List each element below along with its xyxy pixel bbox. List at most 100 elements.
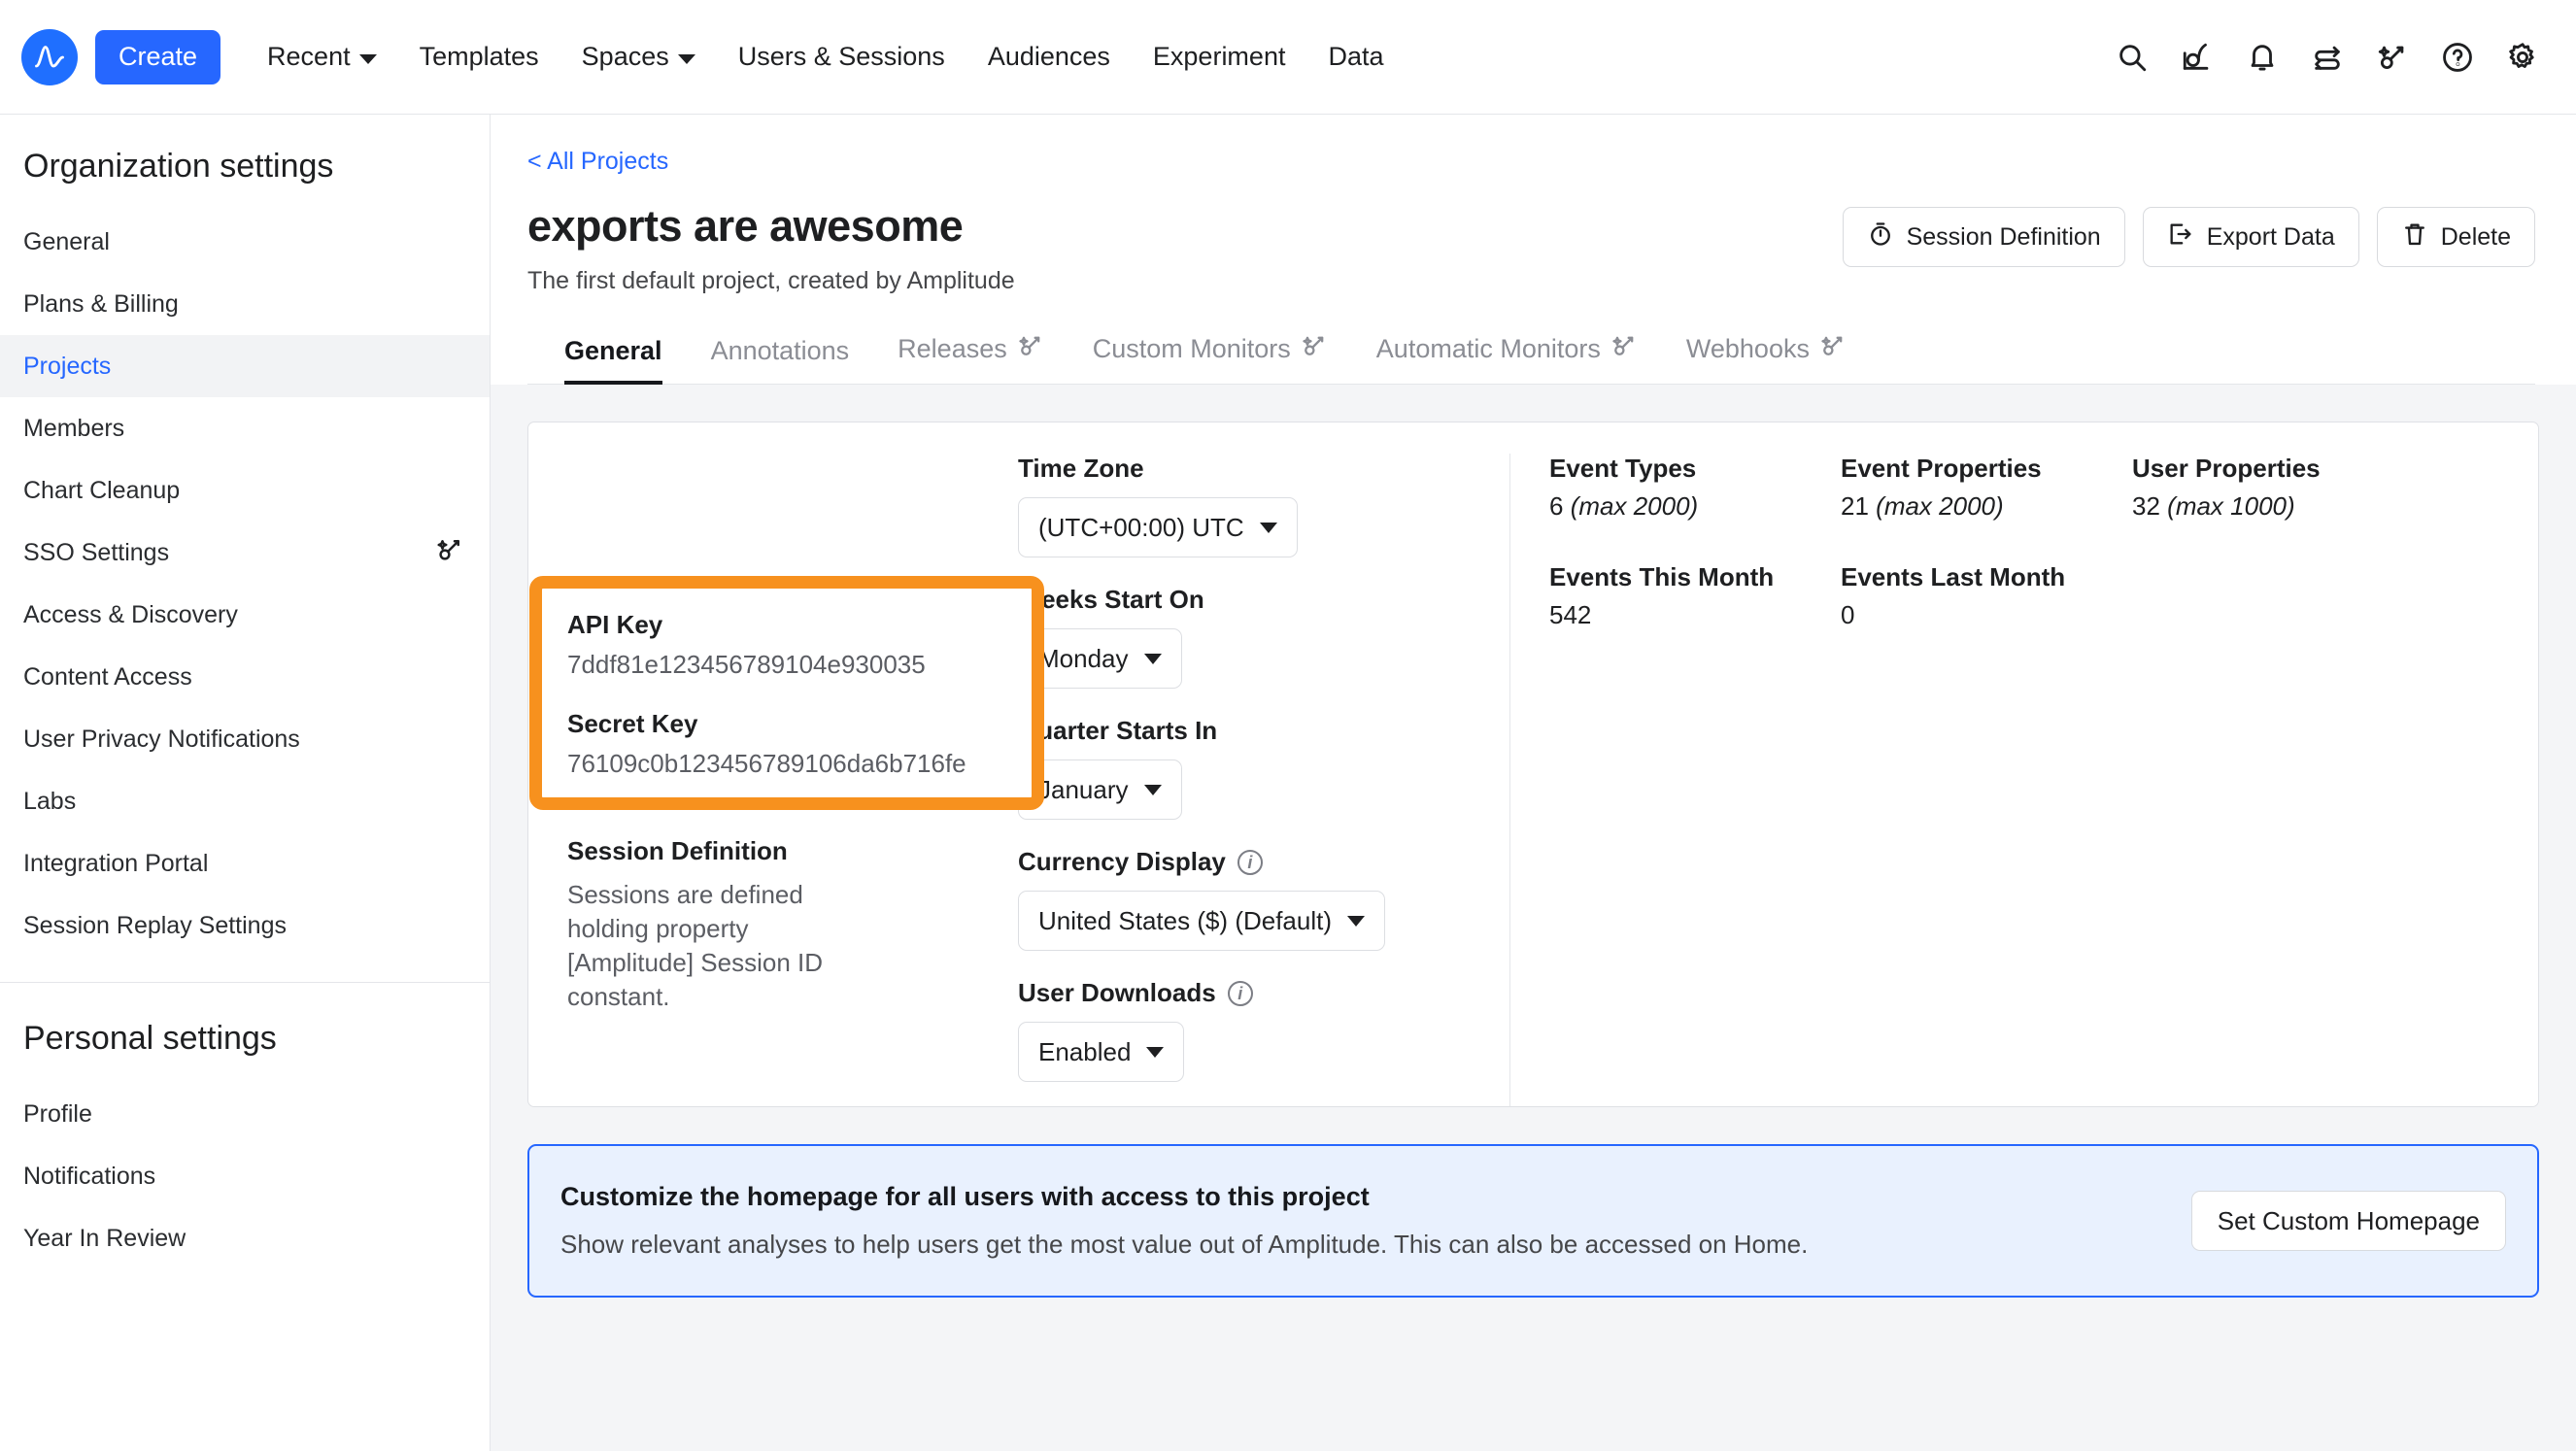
sidebar-item-profile[interactable]: Profile <box>0 1083 490 1145</box>
top-navigation-bar: Create Recent Templates Spaces Users & S… <box>0 0 2576 115</box>
field-user-downloads: User Downloads i Enabled <box>1018 978 1490 1082</box>
field-quarter-starts-in: Quarter Starts In January <box>1018 716 1490 820</box>
notification-bell-icon[interactable] <box>2236 31 2288 84</box>
field-label: Quarter Starts In <box>1018 716 1218 745</box>
stat-label: User Properties <box>2132 454 2321 483</box>
tab-label: General <box>564 336 662 365</box>
tab-webhooks[interactable]: Webhooks <box>1662 332 1871 384</box>
stat-label: Event Types <box>1549 454 1697 483</box>
stat-events-last-month: Events Last Month 0 <box>1841 562 2132 630</box>
stats-row-1: Event Types 6 (max 2000) Event Propertie… <box>1549 454 2499 522</box>
banner-text-group: Customize the homepage for all users wit… <box>560 1182 1808 1260</box>
card-column-stats: Event Types 6 (max 2000) Event Propertie… <box>1509 454 2538 1106</box>
swap-arrows-icon[interactable] <box>2301 31 2354 84</box>
sidebar-item-plans-billing[interactable]: Plans & Billing <box>0 273 490 335</box>
sidebar-item-integration-portal[interactable]: Integration Portal <box>0 832 490 894</box>
chevron-down-icon <box>677 53 695 64</box>
export-data-button[interactable]: Export Data <box>2142 207 2359 267</box>
sidebar-item-label: SSO Settings <box>23 538 170 566</box>
field-currency-display: Currency Display i United States ($) (De… <box>1018 847 1490 951</box>
banner-title: Customize the homepage for all users wit… <box>560 1182 1370 1211</box>
sidebar-item-year-in-review[interactable]: Year In Review <box>0 1207 490 1269</box>
select-value: Enabled <box>1038 1036 1132 1066</box>
tab-releases[interactable]: Releases <box>873 332 1068 384</box>
sidebar-item-access-discovery[interactable]: Access & Discovery <box>0 584 490 646</box>
help-circle-icon[interactable] <box>2431 31 2484 84</box>
search-icon[interactable] <box>2106 31 2158 84</box>
sidebar-item-sso-settings[interactable]: SSO Settings <box>0 522 490 584</box>
page-subtitle: The first default project, created by Am… <box>527 267 1015 294</box>
magic-key-icon[interactable] <box>2366 31 2419 84</box>
stat-number: 6 <box>1549 491 1564 521</box>
field-time-zone: Time Zone (UTC+00:00) UTC <box>1018 454 1490 557</box>
user-downloads-select[interactable]: Enabled <box>1018 1022 1185 1082</box>
nav-item-audiences[interactable]: Audiences <box>966 28 1132 86</box>
breadcrumb-all-projects[interactable]: < All Projects <box>527 148 668 176</box>
sidebar-item-members[interactable]: Members <box>0 397 490 459</box>
nav-item-templates[interactable]: Templates <box>398 28 560 86</box>
info-icon[interactable]: i <box>1237 849 1263 875</box>
tab-label: Webhooks <box>1685 334 1810 363</box>
tab-custom-monitors[interactable]: Custom Monitors <box>1068 332 1352 384</box>
stat-max: (max 2000) <box>1876 491 2004 521</box>
sidebar-item-session-replay-settings[interactable]: Session Replay Settings <box>0 894 490 957</box>
nav-item-label: Users & Sessions <box>737 42 945 71</box>
info-icon[interactable]: i <box>1227 980 1253 1006</box>
amplitude-logo-icon[interactable] <box>21 28 78 85</box>
sidebar-item-projects[interactable]: Projects <box>0 335 490 397</box>
set-custom-homepage-button[interactable]: Set Custom Homepage <box>2190 1191 2506 1251</box>
main-content: < All Projects exports are awesome The f… <box>491 115 2576 1451</box>
sidebar-item-labs[interactable]: Labs <box>0 770 490 832</box>
tab-automatic-monitors[interactable]: Automatic Monitors <box>1352 332 1662 384</box>
sidebar-item-notifications[interactable]: Notifications <box>0 1145 490 1207</box>
sidebar-item-general[interactable]: General <box>0 211 490 273</box>
select-value: United States ($) (Default) <box>1038 905 1333 935</box>
secret-key-value[interactable]: 76109c0b123456789106da6b716fe <box>567 749 1006 779</box>
nav-item-spaces[interactable]: Spaces <box>560 28 717 86</box>
currency-display-select[interactable]: United States ($) (Default) <box>1018 891 1386 951</box>
sidebar-item-label: User Privacy Notifications <box>23 725 300 753</box>
chevron-down-icon <box>1259 522 1277 533</box>
nav-item-data[interactable]: Data <box>1306 28 1405 86</box>
sidebar-item-user-privacy-notifications[interactable]: User Privacy Notifications <box>0 708 490 770</box>
sidebar-personal-heading: Personal settings <box>23 1020 277 1057</box>
header-action-group: Session Definition Export Data Delete <box>1842 207 2535 267</box>
delete-button[interactable]: Delete <box>2376 207 2535 267</box>
session-definition-button[interactable]: Session Definition <box>1842 207 2125 267</box>
time-zone-select[interactable]: (UTC+00:00) UTC <box>1018 497 1298 557</box>
gear-icon[interactable] <box>2496 31 2549 84</box>
sidebar-item-label: Integration Portal <box>23 849 209 877</box>
stat-number: 32 <box>2132 491 2160 521</box>
chevron-down-icon <box>1143 653 1162 664</box>
field-label: User Downloads i <box>1018 978 1490 1008</box>
api-key-label: API Key <box>567 610 663 639</box>
tab-annotations[interactable]: Annotations <box>687 336 874 384</box>
tab-general[interactable]: General <box>564 336 687 385</box>
stat-value: 542 <box>1549 600 1592 629</box>
general-settings-card-area: API Key 7ddf81e123456789104e930035 Secre… <box>491 385 2576 1144</box>
field-label: Weeks Start On <box>1018 585 1204 614</box>
magic-key-icon <box>435 535 464 571</box>
session-definition-text: Sessions are defined holding property [A… <box>567 880 824 1012</box>
nav-item-experiment[interactable]: Experiment <box>1132 28 1307 86</box>
field-label-text: User Downloads <box>1018 978 1216 1007</box>
nav-item-recent[interactable]: Recent <box>246 28 398 86</box>
select-value: Monday <box>1038 643 1129 673</box>
sidebar-item-label: Content Access <box>23 662 192 691</box>
sidebar-divider <box>0 982 490 983</box>
field-label: Currency Display i <box>1018 847 1490 877</box>
sidebar-item-label: Access & Discovery <box>23 600 238 628</box>
button-label: Session Definition <box>1906 222 2101 251</box>
stat-label: Events Last Month <box>1841 562 2066 591</box>
field-weeks-start-on: Weeks Start On Monday <box>1018 585 1490 689</box>
stat-event-properties: Event Properties 21 (max 2000) <box>1841 454 2132 522</box>
session-definition-label: Session Definition <box>567 836 788 865</box>
create-button[interactable]: Create <box>95 29 221 84</box>
sidebar-item-content-access[interactable]: Content Access <box>0 646 490 708</box>
sidebar-item-chart-cleanup[interactable]: Chart Cleanup <box>0 459 490 522</box>
api-key-value[interactable]: 7ddf81e123456789104e930035 <box>567 650 1006 680</box>
button-label: Export Data <box>2206 222 2335 251</box>
nav-item-users-sessions[interactable]: Users & Sessions <box>717 28 966 86</box>
analytics-icon[interactable] <box>2171 31 2223 84</box>
select-value: (UTC+00:00) UTC <box>1038 512 1244 542</box>
